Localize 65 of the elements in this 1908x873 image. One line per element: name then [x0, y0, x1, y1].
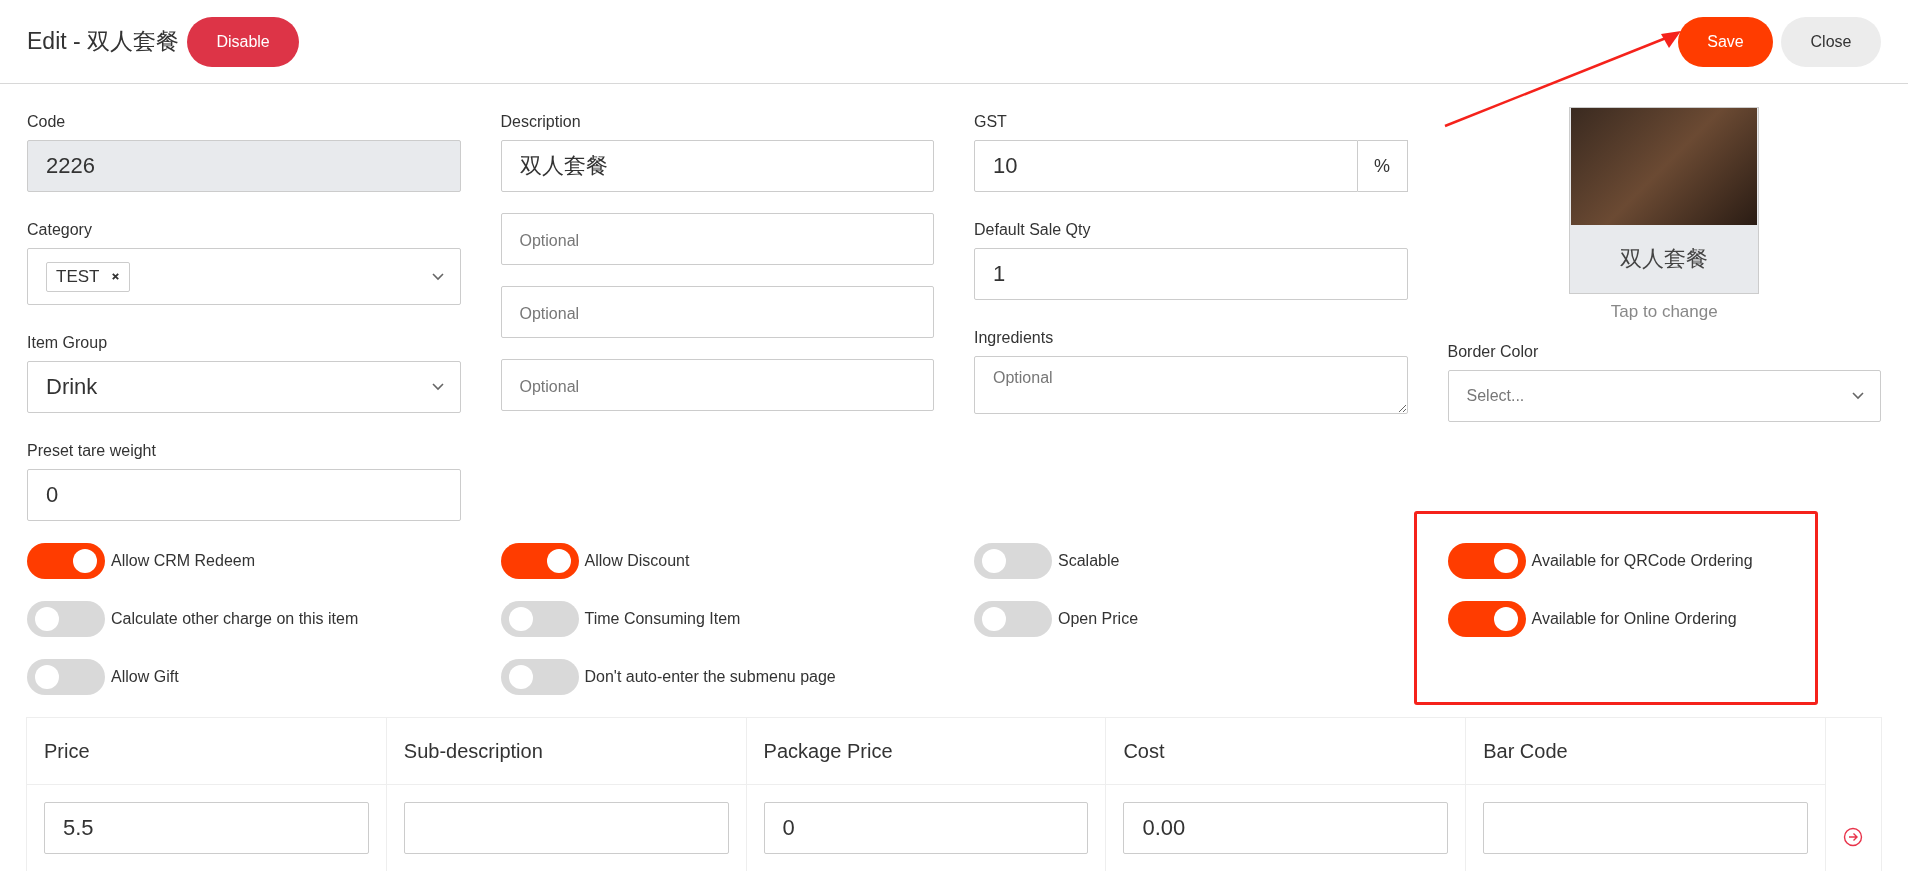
column-header: Cost — [1106, 718, 1467, 785]
toggle-switch[interactable] — [27, 601, 105, 637]
field-label: GST — [974, 114, 1008, 130]
dialog-title: Edit - 双人套餐 — [27, 27, 180, 56]
image-caption: 双人套餐 — [1620, 245, 1709, 273]
field-label: Border Color — [1447, 344, 1539, 360]
category-tag: TEST — [46, 261, 131, 292]
field-label: Item Group — [27, 335, 109, 351]
arrow-right-circle-icon[interactable] — [1843, 826, 1864, 847]
toggle-label: Allow CRM Redeem — [111, 552, 256, 570]
toggle-label: Available for Online Ordering — [1531, 610, 1737, 628]
column-header: Bar Code — [1466, 718, 1826, 785]
optional-description-field[interactable]: Optional — [500, 286, 934, 338]
disable-button[interactable]: Disable — [187, 16, 300, 67]
toggle-switch[interactable] — [500, 601, 579, 637]
toggle-label: Scalable — [1058, 552, 1120, 570]
toggle-label: Time Consuming Item — [584, 610, 741, 628]
toggle-label: Allow Gift — [111, 668, 179, 686]
toggle-switch[interactable] — [1447, 601, 1526, 637]
tare-weight-field[interactable]: 0 — [27, 469, 461, 521]
column-header: Price — [27, 718, 387, 785]
table-input[interactable] — [403, 802, 729, 854]
save-button[interactable]: Save — [1678, 16, 1773, 67]
chevron-down-icon — [431, 383, 444, 391]
toggle-switch[interactable] — [974, 601, 1052, 637]
table-input[interactable]: 0 — [763, 802, 1089, 854]
column-header: Sub-description — [386, 718, 747, 785]
column-header: Package Price — [746, 718, 1107, 785]
toggle-label: Open Price — [1058, 610, 1139, 628]
field-label: Description — [500, 114, 582, 130]
close-button[interactable]: Close — [1781, 16, 1881, 67]
optional-description-field[interactable]: Optional — [500, 213, 934, 265]
remove-icon[interactable] — [111, 272, 121, 281]
tap-to-change-hint[interactable]: Tap to change — [1610, 302, 1718, 322]
field-label: Category — [27, 222, 93, 238]
item-group-select[interactable]: Drink — [27, 361, 461, 413]
code-field[interactable]: 2226 — [27, 140, 461, 192]
table-input[interactable]: 5.5 — [44, 802, 369, 854]
image-card[interactable]: 双人套餐 — [1569, 107, 1760, 294]
category-select[interactable]: TEST — [27, 248, 461, 305]
percent-addon: % — [1357, 140, 1408, 192]
sale-qty-field[interactable]: 1 — [974, 248, 1408, 300]
chevron-down-icon — [431, 272, 444, 281]
gst-field[interactable]: 10 — [974, 140, 1358, 192]
field-label: Ingredients — [974, 330, 1055, 346]
optional-description-field[interactable]: Optional — [500, 359, 934, 411]
toggle-label: Available for QRCode Ordering — [1531, 552, 1753, 570]
border-color-select[interactable]: Select... — [1447, 370, 1881, 422]
toggle-switch[interactable] — [500, 543, 579, 579]
table-input[interactable]: 0.00 — [1123, 802, 1449, 854]
ingredients-field[interactable]: Optional — [974, 356, 1408, 414]
toggle-switch[interactable] — [27, 659, 105, 695]
toggle-switch[interactable] — [974, 543, 1052, 579]
table-input[interactable] — [1483, 802, 1808, 854]
field-label: Preset tare weight — [27, 443, 157, 459]
toggle-label: Allow Discount — [584, 552, 690, 570]
toggle-switch[interactable] — [1447, 543, 1526, 579]
toggle-label: Calculate other charge on this item — [111, 610, 359, 628]
field-label: Code — [27, 114, 67, 130]
description-field[interactable]: 双人套餐 — [500, 140, 934, 192]
field-label: Default Sale Qty — [974, 222, 1092, 238]
chevron-down-icon — [1852, 392, 1864, 400]
toggle-label: Don't auto-enter the submenu page — [584, 668, 836, 686]
toggle-switch[interactable] — [27, 543, 105, 579]
toggle-switch[interactable] — [500, 659, 579, 695]
